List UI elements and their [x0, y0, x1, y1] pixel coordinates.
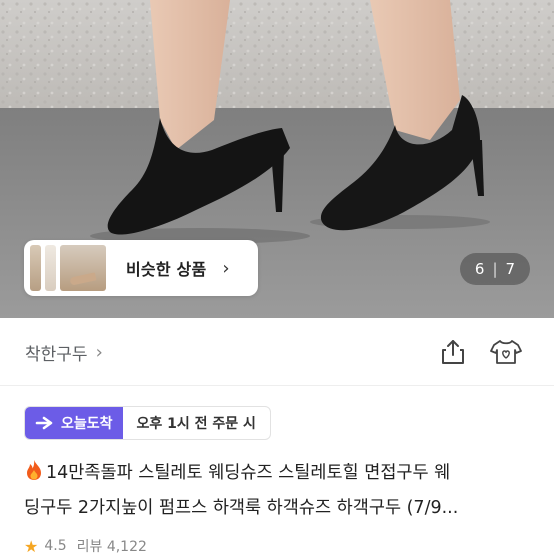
image-counter: 6 | 7: [460, 253, 530, 285]
delivery-condition: 오후 1시 전 주문 시: [136, 416, 256, 432]
chevron-right-icon: ›: [95, 342, 103, 363]
share-icon[interactable]: [440, 338, 466, 366]
title-line-1: 14만족돌파 스틸레토 웨딩슈즈 스틸레토힐 면접구두 웨: [24, 456, 534, 491]
thumbnail: [45, 245, 56, 291]
fire-icon: [27, 460, 41, 480]
counter-separator: |: [492, 260, 498, 278]
similar-products-label: 비슷한 상품: [126, 260, 207, 279]
rating-score: 4.5: [44, 538, 67, 554]
counter-total: 7: [505, 260, 516, 278]
heart-tshirt-icon[interactable]: [490, 338, 522, 366]
star-icon: ★: [24, 536, 39, 554]
product-image[interactable]: 비슷한 상품 › 6 | 7: [0, 0, 554, 318]
thumbnail: [30, 245, 41, 291]
title-text-1: 14만족돌파 스틸레토 웨딩슈즈 스틸레토힐 면접구두 웨: [46, 463, 451, 483]
thumbnail: [60, 245, 106, 291]
delivery-arrow-icon: [35, 416, 53, 430]
review-count: 리뷰 4,122: [76, 539, 147, 554]
delivery-badge: 오늘도착 오후 1시 전 주문 시: [24, 406, 271, 440]
today-delivery-pill: 오늘도착: [25, 407, 123, 439]
brand-name: 착한구두: [25, 345, 88, 365]
title-line-2: 딩구두 2가지높이 펌프스 하객룩 하객슈즈 하객구두 (7/9...: [24, 498, 459, 518]
similar-thumbnails: [30, 245, 106, 291]
rating-row[interactable]: ★ 4.5 리뷰 4,122: [24, 536, 147, 554]
product-title: 14만족돌파 스틸레토 웨딩슈즈 스틸레토힐 면접구두 웨 딩구두 2가지높이 …: [24, 456, 534, 526]
chevron-right-icon: ›: [222, 257, 230, 279]
similar-products-button[interactable]: 비슷한 상품 ›: [24, 240, 258, 296]
today-delivery-label: 오늘도착: [61, 416, 113, 432]
brand-link[interactable]: 착한구두 ›: [25, 340, 103, 365]
brand-row: 착한구두 ›: [0, 318, 554, 386]
counter-current: 6: [474, 260, 485, 278]
